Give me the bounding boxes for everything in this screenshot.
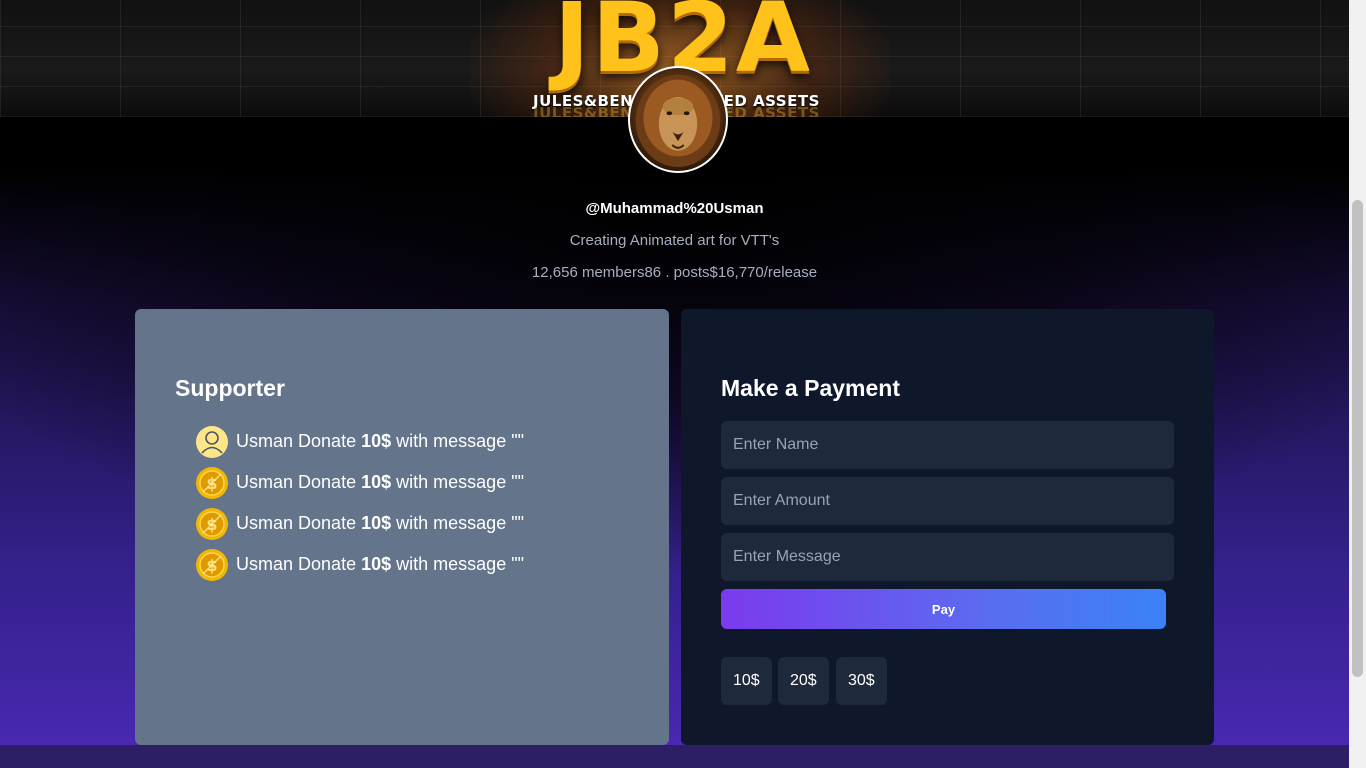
supporter-amount: 10$ [361,554,392,574]
supporter-list: Usman Donate 10$ with message "" $ Usman… [195,421,524,585]
quick-amount-20-button[interactable]: 20$ [778,657,829,705]
lion-icon [635,74,721,168]
supporter-verb: Donate [298,472,357,492]
supporter-amount: 10$ [361,513,392,533]
supporter-verb: Donate [298,513,357,533]
supporter-card: Supporter Usman Donate 10$ with message … [135,309,669,745]
supporter-name: Usman [236,431,294,451]
profile-avatar [628,66,728,173]
profile-handle: @Muhammad%20Usman [585,200,764,217]
amount-input[interactable] [721,477,1174,525]
supporter-message: with message "" [396,554,524,574]
supporter-name: Usman [236,472,294,492]
coin-icon: $ [195,466,229,500]
supporter-name: Usman [236,513,294,533]
supporter-title: Supporter [175,375,285,401]
message-input[interactable] [721,533,1174,581]
coin-icon: $ [195,507,229,541]
profile-description: Creating Animated art for VTT's [569,232,780,249]
supporter-amount: 10$ [361,472,392,492]
page-footer-strip [0,745,1349,768]
quick-amount-30-button[interactable]: 30$ [836,657,887,705]
name-input[interactable] [721,421,1174,469]
supporter-item: $ Usman Donate 10$ with message "" [195,503,524,544]
supporter-verb: Donate [298,431,357,451]
page-scrollbar[interactable] [1349,0,1366,768]
supporter-amount: 10$ [361,431,392,451]
supporter-message: with message "" [396,513,524,533]
pay-button[interactable]: Pay [721,589,1166,629]
payment-title: Make a Payment [721,375,900,401]
supporter-verb: Donate [298,554,357,574]
user-avatar-icon [195,425,229,459]
coin-icon: $ [195,548,229,582]
supporter-message: with message "" [396,472,524,492]
supporter-name: Usman [236,554,294,574]
profile-stats: 12,656 members86 . posts$16,770/release [531,264,818,281]
supporter-item: Usman Donate 10$ with message "" [195,421,524,462]
supporter-item: $ Usman Donate 10$ with message "" [195,544,524,585]
quick-amount-10-button[interactable]: 10$ [721,657,772,705]
payment-card: Make a Payment Pay 10$ 20$ 30$ [681,309,1214,745]
scrollbar-thumb[interactable] [1352,200,1363,677]
supporter-item: $ Usman Donate 10$ with message "" [195,462,524,503]
supporter-message: with message "" [396,431,524,451]
